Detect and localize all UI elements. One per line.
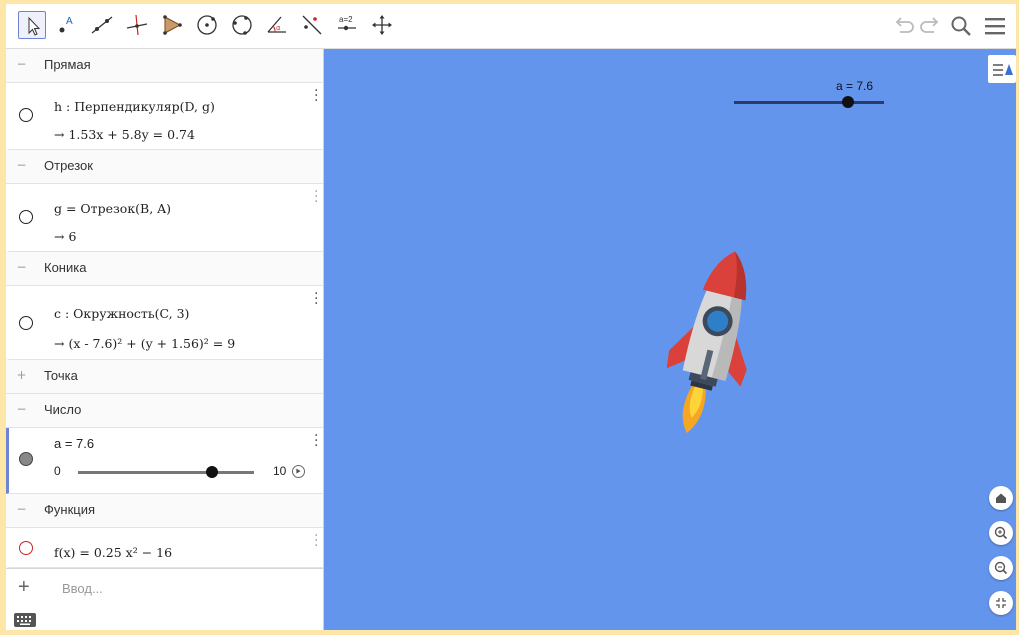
- undo-button[interactable]: [890, 12, 918, 40]
- group-header-point[interactable]: + Точка: [6, 360, 323, 394]
- zoom-out-button[interactable]: [989, 556, 1013, 580]
- group-header-function[interactable]: − Функция: [6, 494, 323, 528]
- visibility-toggle[interactable]: [19, 541, 33, 555]
- algebra-view: − Прямая h : Перпендикуляр(D, g) → 1.53x…: [6, 49, 324, 630]
- algebra-item-conic-c[interactable]: c : Окружность(C, 3) → (x - 7.6)² + (y +…: [6, 286, 323, 360]
- item-value: → 1.53x + 5.8y = 0.74: [54, 127, 195, 142]
- algebra-item-segment-g[interactable]: g = Отрезок(B, A) → 6 · · ·: [6, 184, 323, 252]
- slider-max: 10: [273, 464, 287, 478]
- input-bar[interactable]: + Ввод...: [6, 568, 323, 609]
- toolbar: A α a=2: [6, 4, 1016, 49]
- group-header-conic[interactable]: − Коника: [6, 252, 323, 286]
- more-options-icon[interactable]: · · ·: [314, 84, 318, 108]
- circle-three-points-tool-button[interactable]: [228, 11, 256, 39]
- collapse-toggle[interactable]: −: [16, 503, 27, 515]
- group-title: Функция: [44, 502, 95, 517]
- point-tool-button[interactable]: A: [53, 11, 81, 39]
- move-tool-button[interactable]: [18, 11, 46, 39]
- geogebra-app: A α a=2 − Прямая h: Перпендикуляр(D, g)…: [6, 4, 1016, 630]
- slider-track[interactable]: [78, 466, 254, 478]
- zoom-in-button[interactable]: [989, 521, 1013, 545]
- slider-tool-button[interactable]: a=2: [333, 11, 361, 39]
- reflect-tool-button[interactable]: [298, 11, 326, 39]
- collapse-toggle[interactable]: −: [16, 403, 27, 415]
- item-definition: h : Перпендикуляр(D, g): [54, 99, 215, 114]
- svg-text:A: A: [66, 16, 73, 27]
- group-title: Точка: [44, 368, 78, 383]
- rocket-image: [666, 251, 747, 434]
- collapse-toggle[interactable]: −: [16, 261, 27, 273]
- graphics-slider-track[interactable]: [734, 96, 884, 108]
- slider-knob[interactable]: [205, 466, 218, 478]
- visibility-toggle[interactable]: [19, 210, 33, 224]
- keyboard-icon[interactable]: [14, 613, 36, 627]
- expand-toggle[interactable]: +: [16, 369, 27, 381]
- main-menu-button[interactable]: [981, 12, 1009, 40]
- graphics-slider-knob[interactable]: [842, 96, 854, 108]
- circle-center-tool-button[interactable]: [193, 11, 221, 39]
- collapse-toggle[interactable]: −: [16, 58, 27, 70]
- input-placeholder[interactable]: Ввод...: [62, 581, 103, 596]
- slider-min: 0: [54, 464, 61, 478]
- algebra-item-line-h[interactable]: h : Перпендикуляр(D, g) → 1.53x + 5.8y =…: [6, 83, 323, 150]
- algebra-item-function-f[interactable]: f(x) = 0.25 x² − 16 · · ·: [6, 528, 323, 568]
- redo-button[interactable]: [916, 12, 944, 40]
- graphics-style-button[interactable]: [988, 55, 1016, 83]
- svg-text:α: α: [276, 24, 281, 32]
- visibility-toggle[interactable]: [19, 452, 33, 466]
- group-title: Коника: [44, 260, 87, 275]
- svg-text:a=2: a=2: [339, 15, 353, 24]
- search-button[interactable]: [947, 12, 975, 40]
- more-options-icon[interactable]: · · ·: [314, 529, 318, 553]
- visibility-toggle[interactable]: [19, 108, 33, 122]
- item-definition: g = Отрезок(B, A): [54, 201, 172, 216]
- group-title: Прямая: [44, 57, 91, 72]
- group-title: Отрезок: [44, 158, 93, 173]
- item-value: → (x - 7.6)² + (y + 1.56)² = 9: [54, 336, 236, 351]
- group-header-line[interactable]: − Прямая: [6, 49, 323, 83]
- algebra-item-number-a[interactable]: a = 7.6 · · · 0 10: [6, 428, 323, 494]
- group-header-number[interactable]: − Число: [6, 394, 323, 428]
- line-tool-button[interactable]: [88, 11, 116, 39]
- item-definition: c : Окружность(C, 3): [54, 306, 190, 321]
- item-value: → 6: [54, 229, 77, 244]
- more-options-icon[interactable]: · · ·: [314, 429, 318, 453]
- collapse-toggle[interactable]: −: [16, 159, 27, 171]
- item-definition: f(x) = 0.25 x² − 16: [54, 545, 173, 560]
- group-title: Число: [44, 402, 82, 417]
- more-options-icon[interactable]: · · ·: [314, 287, 318, 311]
- polygon-tool-button[interactable]: [158, 11, 186, 39]
- graphics-view[interactable]: a = 7.6: [324, 49, 1016, 630]
- home-button[interactable]: [989, 486, 1013, 510]
- more-options-icon[interactable]: · · ·: [314, 185, 318, 209]
- item-definition: a = 7.6: [54, 436, 95, 451]
- angle-tool-button[interactable]: α: [263, 11, 291, 39]
- perpendicular-tool-button[interactable]: [123, 11, 151, 39]
- visibility-toggle[interactable]: [19, 316, 33, 330]
- move-graphics-view-tool-button[interactable]: [368, 11, 396, 39]
- add-input-button[interactable]: +: [18, 576, 30, 599]
- group-header-segment[interactable]: − Отрезок: [6, 150, 323, 184]
- play-animation-button[interactable]: [292, 465, 305, 478]
- exit-fullscreen-button[interactable]: [989, 591, 1013, 615]
- graphics-slider-label: a = 7.6: [836, 79, 874, 93]
